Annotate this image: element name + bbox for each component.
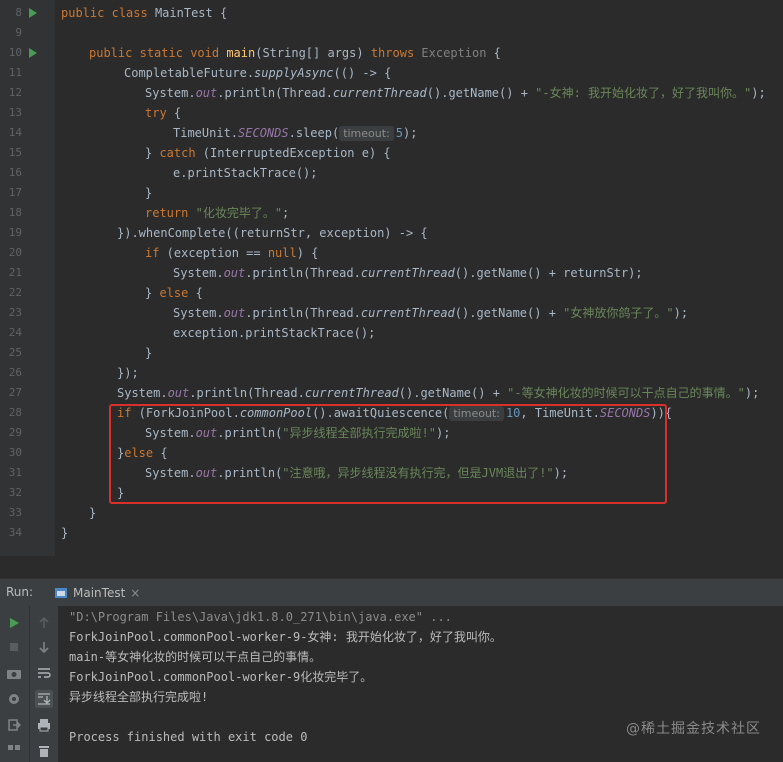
code-line-14: } catch (InterruptedException e) {: [145, 146, 391, 160]
code-line-11: System.out.println(Thread.currentThread(…: [145, 86, 766, 100]
line-number: 19: [8, 226, 22, 239]
code-editor[interactable]: 8 9 10 11 12 13 14 15 16 17 18 19 20 21 22 23 24 25 26 27 28…: [0, 0, 783, 556]
run-class-icon[interactable]: [29, 8, 37, 18]
stop-icon[interactable]: [5, 638, 23, 656]
code-line-10: CompletableFuture.supplyAsync(() -> {: [124, 66, 392, 80]
line-number: 27: [8, 386, 22, 399]
line-number: 17: [8, 186, 22, 199]
line-number: 13: [8, 106, 22, 119]
console-line: ForkJoinPool.commonPool-worker-9化妆完毕了。: [69, 670, 373, 684]
line-number: 26: [8, 366, 22, 379]
line-number: 23: [8, 306, 22, 319]
line-number: 12: [8, 86, 22, 99]
soft-wrap-icon[interactable]: [35, 664, 53, 682]
code-line-33: }: [61, 526, 69, 540]
line-number: 31: [8, 466, 22, 479]
line-gutter: 8 9 10 11 12 13 14 15 16 17 18 19 20 21 22 23 24 25 26 27 28…: [0, 0, 55, 556]
camera-icon[interactable]: [5, 664, 23, 682]
code-line-25: });: [117, 366, 139, 380]
tab-maintest[interactable]: MainTest ×: [46, 579, 148, 607]
line-number: 21: [8, 266, 22, 279]
arrow-down-icon[interactable]: [35, 638, 53, 656]
line-number: 20: [8, 246, 22, 259]
arrow-up-icon[interactable]: [35, 614, 53, 632]
line-number: 22: [8, 286, 22, 299]
param-hint: timeout:: [339, 126, 394, 141]
exit-icon[interactable]: [5, 716, 23, 734]
line-number: 24: [8, 326, 22, 339]
code-line-21: } else {: [145, 286, 203, 300]
console-line: 异步线程全部执行完成啦!: [69, 690, 209, 704]
run-tool-window: Run: MainTest × "D:\Program Files\Java\j…: [0, 578, 783, 762]
close-icon[interactable]: ×: [130, 586, 140, 600]
console-line: "D:\Program Files\Java\jdk1.8.0_271\bin\…: [69, 610, 452, 624]
line-number: 32: [8, 486, 22, 499]
line-number: 28: [8, 406, 22, 419]
code-line-16: }: [145, 186, 153, 200]
code-line-23: exception.printStackTrace();: [173, 326, 376, 340]
line-number: 9: [15, 26, 22, 39]
code-line-8: public class MainTest {: [61, 6, 228, 20]
console-line: Process finished with exit code 0: [69, 730, 308, 744]
run-toolbar-right: [29, 606, 58, 762]
line-number: 29: [8, 426, 22, 439]
watermark: @稀土掘金技术社区: [626, 721, 761, 737]
highlight-annotation: [109, 404, 667, 504]
code-line-13: TimeUnit.SECONDS.sleep(timeout: 5);: [173, 126, 418, 141]
code-line-32: }: [89, 506, 97, 520]
tab-label: MainTest: [73, 586, 126, 600]
line-number: 25: [8, 346, 22, 359]
code-line-24: }: [145, 346, 153, 360]
print-icon[interactable]: [35, 716, 53, 734]
code-line-19: if (exception == null) {: [145, 246, 319, 260]
run-toolbar-left: [0, 606, 29, 762]
run-header: Run: MainTest ×: [0, 578, 783, 606]
console-line: ForkJoinPool.commonPool-worker-9-女神: 我开始…: [69, 630, 502, 644]
line-number: 14: [8, 126, 22, 139]
code-line-20: System.out.println(Thread.currentThread(…: [173, 266, 643, 280]
code-line-12: try {: [145, 106, 182, 120]
code-line-9: public static void main(String[] args) t…: [89, 46, 501, 60]
trash-icon[interactable]: [35, 742, 53, 760]
line-number: 8: [15, 6, 22, 19]
line-number: 33: [8, 506, 22, 519]
code-line-17: return "化妆完毕了。";: [145, 206, 290, 220]
console-output[interactable]: "D:\Program Files\Java\jdk1.8.0_271\bin\…: [62, 606, 783, 762]
line-number: 18: [8, 206, 22, 219]
line-number: 11: [8, 66, 22, 79]
run-main-icon[interactable]: [29, 48, 37, 58]
code-line-26: System.out.println(Thread.currentThread(…: [117, 386, 760, 400]
rerun-icon[interactable]: [5, 614, 23, 632]
line-number: 10: [8, 46, 22, 59]
line-number: 30: [8, 446, 22, 459]
code-line-22: System.out.println(Thread.currentThread(…: [173, 306, 689, 320]
run-label: Run:: [6, 585, 34, 599]
code-line-15: e.printStackTrace();: [173, 166, 318, 180]
run-config-icon: [55, 588, 67, 598]
line-number: 34: [8, 526, 22, 539]
layout-icon[interactable]: [5, 742, 23, 760]
code-line-18: }).whenComplete((returnStr, exception) -…: [117, 226, 428, 240]
line-number: 15: [8, 146, 22, 159]
settings-icon[interactable]: [5, 690, 23, 708]
scroll-to-end-icon[interactable]: [35, 690, 53, 708]
line-number: 16: [8, 166, 22, 179]
console-line: main-等女神化妆的时候可以干点自己的事情。: [69, 650, 322, 664]
